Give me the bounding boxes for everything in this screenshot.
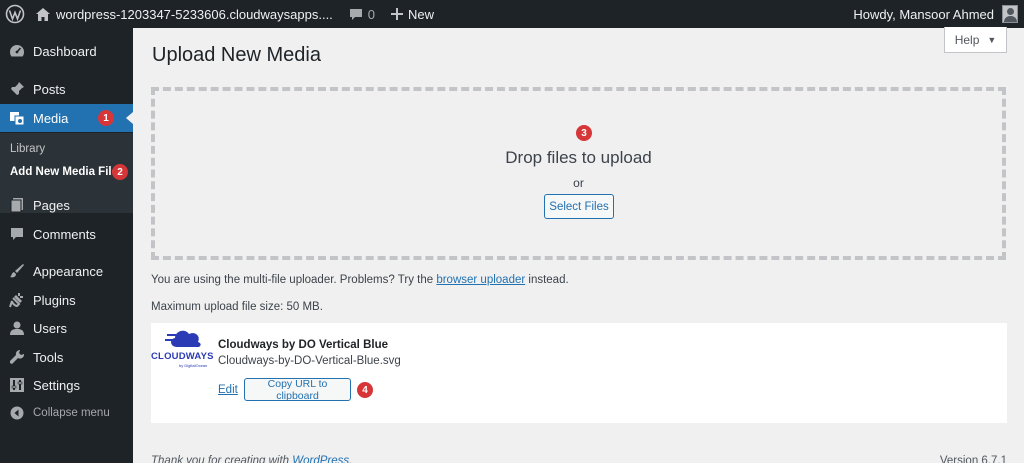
avatar [1002,5,1018,23]
comment-icon [7,224,27,244]
plus-icon [391,8,404,20]
submenu-item-add-new-media[interactable]: Add New Media File [10,166,118,178]
drop-files-title: Drop files to upload [505,148,652,167]
copy-url-button[interactable]: Copy URL to clipboard [244,378,351,402]
caret-down-icon: ▼ [987,34,997,45]
sidebar-item-label: Dashboard [33,43,97,59]
wrench-icon [7,347,27,367]
logo-subtitle: by DigitalOcean [179,363,208,368]
max-upload-size: Maximum upload file size: 50 MB. [151,301,323,313]
home-icon [36,7,50,21]
sidebar-item-label: Posts [33,81,66,97]
user-icon [7,318,27,338]
uploaded-media-item: CLOUDWAYS by DigitalOcean Cloudways by D… [151,323,1007,423]
site-name-link[interactable]: wordpress-1203347-5233606.cloudwaysapps.… [30,0,341,28]
sidebar-item-label: Tools [33,349,64,365]
sidebar-item-appearance[interactable]: Appearance [0,257,133,285]
help-label: Help [954,32,980,47]
greeting: Howdy, Mansoor Ahmed [853,6,994,22]
footer-thanks-period: . [349,455,353,463]
my-account[interactable]: Howdy, Mansoor Ahmed [853,0,1018,28]
sidebar-item-media[interactable]: Media 1 [0,104,133,132]
sidebar-item-label: Plugins [33,292,76,308]
comments-link[interactable]: 0 [341,0,383,28]
submenu-item-library[interactable]: Library [10,143,45,155]
pin-icon [7,79,27,99]
wordpress-logo-icon[interactable] [0,0,30,28]
edit-link[interactable]: Edit [218,384,238,396]
dashboard-icon [7,41,27,61]
sidebar-item-dashboard[interactable]: Dashboard [0,37,133,65]
logo-wordmark: CLOUDWAYS [151,351,214,362]
help-tab-button[interactable]: Help ▼ [944,27,1007,53]
media-filename: Cloudways-by-DO-Vertical-Blue.svg [218,355,401,367]
admin-sidebar: Dashboard Posts Media 1 Library Add New … [0,28,133,463]
sidebar-item-plugins[interactable]: Plugins [0,286,133,314]
annotation-badge: 1 [98,110,114,126]
select-files-button[interactable]: Select Files [544,194,614,219]
new-content-link[interactable]: New [383,0,442,28]
page-icon [7,195,27,215]
drop-files-area[interactable]: 3 Drop files to upload or Select Files [151,87,1006,260]
sidebar-item-label: Users [33,320,67,336]
sidebar-item-tools[interactable]: Tools [0,343,133,371]
brush-icon [7,261,27,281]
wordpress-link[interactable]: WordPress [292,455,349,463]
page-title: Upload New Media [152,44,321,66]
sidebar-item-comments[interactable]: Comments [0,220,133,248]
sidebar-item-users[interactable]: Users [0,314,133,342]
sidebar-item-label: Settings [33,377,80,393]
footer-version: Version 6.7.1 [939,455,1007,463]
browser-uploader-link[interactable]: browser uploader [436,274,525,286]
comment-bubble-icon [349,8,362,20]
uploader-info-text: You are using the multi-file uploader. P… [151,274,434,286]
plugin-icon [7,290,27,310]
annotation-badge: 4 [357,382,373,398]
media-icon [7,108,27,128]
sidebar-item-posts[interactable]: Posts [0,75,133,103]
comments-count: 0 [367,6,376,22]
sidebar-item-label: Pages [33,197,70,213]
admin-bar: wordpress-1203347-5233606.cloudwaysapps.… [0,0,1024,28]
cloud-logo-icon [165,330,201,347]
uploader-info-suffix: instead. [528,274,569,286]
footer-thanks-text: Thank you for creating with [151,455,290,463]
settings-icon [7,375,27,395]
collapse-arrow-icon [7,403,27,423]
sidebar-item-label: Media [33,110,69,126]
annotation-badge: 2 [112,164,128,180]
sidebar-item-label: Appearance [33,263,104,279]
media-thumbnail[interactable]: CLOUDWAYS by DigitalOcean [151,327,214,368]
or-separator: or [573,176,584,190]
annotation-badge: 3 [576,125,592,141]
collapse-menu-label: Collapse menu [33,407,110,419]
sidebar-item-label: Comments [33,226,96,242]
new-label: New [408,6,435,22]
sidebar-item-settings[interactable]: Settings [0,371,133,399]
media-title: Cloudways by DO Vertical Blue [218,339,388,351]
sidebar-item-pages[interactable]: Pages [0,191,133,219]
uploader-info: You are using the multi-file uploader. P… [151,274,569,286]
footer-thanks: Thank you for creating with WordPress. [151,455,352,463]
site-name: wordpress-1203347-5233606.cloudwaysapps.… [56,6,333,22]
collapse-menu-button[interactable]: Collapse menu [0,399,133,427]
